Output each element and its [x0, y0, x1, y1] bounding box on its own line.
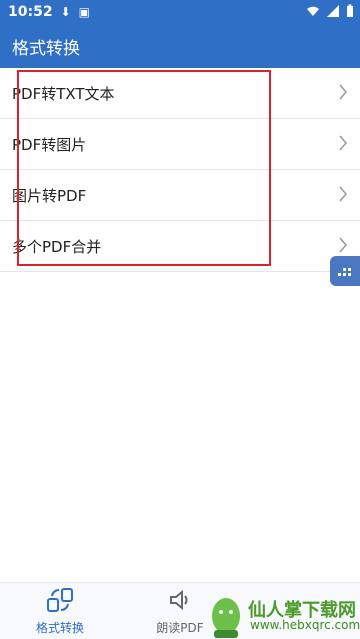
chevron-right-icon: [339, 237, 347, 253]
wifi-icon: [307, 6, 319, 16]
floating-menu-button[interactable]: [330, 256, 360, 286]
status-time: 10:52: [8, 4, 53, 20]
app-bar: 格式转换: [0, 24, 360, 68]
battery-icon: [347, 4, 353, 17]
tab-read-pdf[interactable]: 朗读PDF: [135, 587, 225, 636]
conversion-list: PDF转TXT文本 PDF转图片 图片转PDF 多个PDF合并: [0, 68, 360, 272]
status-bar: 10:52 ⬇ ▣: [0, 0, 360, 24]
page-title: 格式转换: [12, 38, 80, 59]
grid-dots-icon: [338, 268, 351, 276]
chevron-right-icon: [339, 186, 347, 202]
tab-label: 格式转换: [35, 621, 84, 635]
list-item-label: 图片转PDF: [12, 186, 87, 205]
list-item-label: PDF转图片: [12, 135, 87, 154]
list-item-pdf-to-txt[interactable]: PDF转TXT文本: [0, 68, 360, 119]
list-item-label: 多个PDF合并: [12, 237, 102, 256]
list-item-pdf-to-image[interactable]: PDF转图片: [0, 119, 360, 170]
signal-icon: [327, 5, 339, 17]
tab-label: 朗读PDF: [156, 621, 204, 635]
app-notification-icon: ▣: [78, 5, 90, 19]
list-item-image-to-pdf[interactable]: 图片转PDF: [0, 170, 360, 221]
speaker-icon: [170, 589, 188, 611]
chevron-right-icon: [339, 84, 347, 100]
bottom-nav: 格式转换 朗读PDF: [0, 582, 360, 639]
convert-icon: [47, 588, 73, 612]
chevron-right-icon: [339, 135, 347, 151]
tab-format-convert[interactable]: 格式转换: [15, 587, 105, 636]
list-item-merge-pdf[interactable]: 多个PDF合并: [0, 221, 360, 272]
download-icon: ⬇: [60, 5, 71, 19]
list-item-label: PDF转TXT文本: [12, 84, 115, 103]
